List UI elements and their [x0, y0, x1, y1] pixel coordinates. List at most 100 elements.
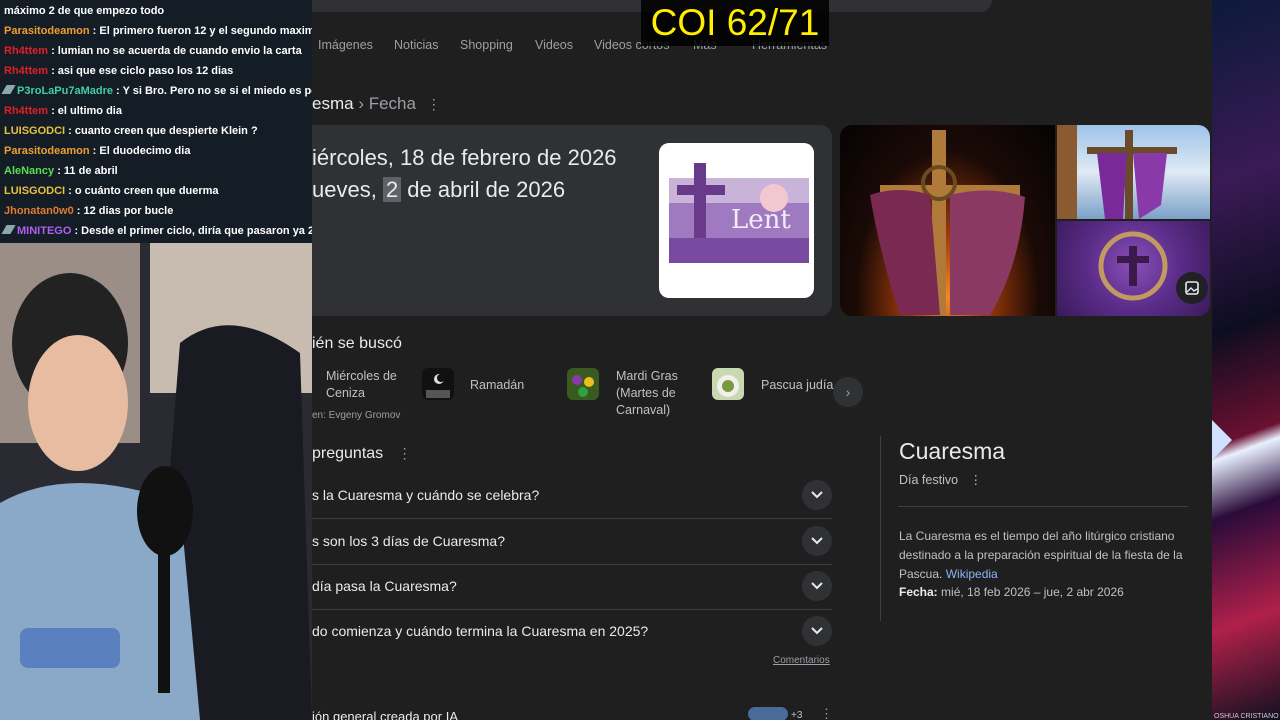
question-text: s son los 3 días de Cuaresma? — [312, 533, 505, 549]
chat-overlay: máximo 2 de que empezo todo Parasitodeamo… — [0, 0, 312, 243]
chat-text: 11 de abril — [63, 165, 118, 177]
plate-icon — [717, 375, 739, 397]
chat-message: MINITEGO : Desde el primer ciclo, diría … — [1, 225, 312, 237]
chat-message: Parasitodeamon : El duodecimo dia — [4, 145, 190, 157]
chat-separator: : — [112, 85, 123, 97]
image-credit: en: Evgeny Gromov — [312, 410, 401, 421]
chat-username[interactable]: LUISGODCI — [4, 125, 65, 137]
lent-image[interactable]: Lent — [659, 143, 814, 298]
chat-text: el ultimo dia — [57, 105, 122, 117]
breadcrumb-prefix[interactable]: esma — [312, 94, 354, 113]
chat-message: Rh4ttem : asi que ese ciclo paso los 12 … — [4, 65, 233, 77]
chat-separator: : — [65, 125, 75, 137]
right-decorative-art: OSHUA CRISTIANO — [1212, 0, 1280, 720]
breadcrumb: esma › Fecha ⋮ — [312, 94, 441, 114]
chat-separator: : — [89, 145, 100, 157]
chat-username[interactable]: P3roLaPu7aMadre — [17, 85, 113, 97]
question-text: s la Cuaresma y cuándo se celebra? — [312, 487, 540, 503]
chat-message: P3roLaPu7aMadre : Y si Bro. Pero no se s… — [1, 85, 312, 97]
date-value: mié, 18 feb 2026 – jue, 2 abr 2026 — [941, 585, 1124, 599]
chevron-down-icon[interactable] — [802, 571, 832, 601]
tab-videos[interactable]: Videos — [535, 38, 573, 52]
coi-counter: COI 62/71 — [641, 0, 829, 46]
chat-message: LUISGODCI : cuanto creen que despierte K… — [4, 125, 258, 137]
tab-noticias[interactable]: Noticias — [394, 38, 438, 52]
chat-text: o cuánto creen que duerma — [74, 185, 219, 197]
chat-text: Y si Bro. Pero no se si el miedo es por — [122, 85, 312, 97]
knowledge-subtitle: Día festivo ⋮ — [899, 472, 982, 487]
question-row[interactable]: s son los 3 días de Cuaresma? — [312, 519, 832, 565]
chat-username[interactable]: LUISGODCI — [4, 185, 65, 197]
also-item-ceniza[interactable]: Miércoles de Ceniza — [326, 368, 406, 402]
ai-overview-title: ión general creada por IA — [312, 709, 458, 720]
also-item-mardi-gras[interactable]: Mardi Gras (Martes de Carnaval) — [616, 368, 696, 419]
question-text: día pasa la Cuaresma? — [312, 578, 457, 594]
cross-photo-main[interactable] — [840, 125, 1055, 316]
chat-username[interactable]: Parasitodeamon — [4, 25, 90, 37]
tab-shopping[interactable]: Shopping — [460, 38, 513, 52]
question-row[interactable]: do comienza y cuándo termina la Cuaresma… — [312, 609, 832, 654]
chat-message: AleNancy : 11 de abril — [4, 165, 118, 177]
knowledge-title: Cuaresma — [899, 438, 1006, 464]
also-item-ramadan[interactable]: Ramadán — [470, 377, 524, 394]
ramadan-thumb[interactable] — [422, 368, 454, 400]
more-options-icon[interactable]: ⋮ — [820, 706, 833, 720]
question-row[interactable]: día pasa la Cuaresma? — [312, 564, 832, 610]
chat-text: asi que ese ciclo paso los 12 dias — [57, 65, 234, 77]
carousel-next-button[interactable]: › — [833, 377, 863, 407]
question-text: do comienza y cuándo termina la Cuaresma… — [312, 623, 649, 639]
breadcrumb-current[interactable]: Fecha — [369, 94, 416, 113]
chat-text: Desde el primer ciclo, diría que pasaron… — [81, 225, 312, 237]
chat-username[interactable]: Rh4ttem — [4, 45, 48, 57]
comments-link[interactable]: Comentarios — [773, 655, 830, 666]
also-item-pascua[interactable]: Pascua judía — [761, 377, 833, 394]
tab-imágenes[interactable]: Imágenes — [318, 38, 373, 52]
chat-badge-icon — [1, 225, 16, 234]
art-shape — [1212, 420, 1232, 460]
chat-separator: : — [54, 165, 64, 177]
ai-sources-avatars[interactable] — [748, 707, 788, 720]
more-options-icon[interactable]: ⋮ — [398, 445, 412, 461]
date-label: Fecha: — [899, 585, 938, 599]
chat-username[interactable]: Rh4ttem — [4, 65, 48, 77]
more-options-icon[interactable]: ⋮ — [970, 473, 983, 487]
chat-username[interactable]: AleNancy — [4, 165, 54, 177]
breadcrumb-separator: › — [358, 94, 364, 113]
chat-text: máximo 2 de que empezo todo — [4, 5, 165, 17]
chat-message: Rh4ttem : lumian no se acuerda de cuando… — [4, 45, 302, 57]
image-search-button[interactable] — [1176, 272, 1208, 304]
chevron-down-icon[interactable] — [802, 526, 832, 556]
streamer-illustration — [0, 243, 312, 720]
chat-text: El primero fueron 12 y el segundo maximo — [99, 25, 312, 37]
cross-drape-illustration — [870, 130, 1025, 316]
chat-username[interactable]: Jhonatan0w0 — [4, 205, 74, 217]
webcam-feed — [0, 243, 312, 720]
cross-photo-sky[interactable] — [1057, 125, 1210, 219]
ai-sources-count: +3 — [791, 710, 803, 720]
chat-username[interactable]: Parasitodeamon — [4, 145, 90, 157]
more-options-icon[interactable]: ⋮ — [427, 96, 441, 112]
knowledge-date-row: Fecha: mié, 18 feb 2026 – jue, 2 abr 202… — [899, 585, 1124, 599]
search-results-page: Imágenes Noticias Shopping Videos Videos cor… — [312, 0, 1212, 720]
chevron-down-icon[interactable] — [802, 480, 832, 510]
chat-message: Parasitodeamon : El primero fueron 12 y … — [4, 25, 312, 37]
chat-username[interactable]: Rh4ttem — [4, 105, 48, 117]
chat-message: Jhonatan0w0 : 12 dias por bucle — [4, 205, 173, 217]
mask-icon — [572, 375, 594, 397]
chat-text: lumian no se acuerda de cuando envio la … — [57, 45, 302, 57]
chat-separator: : — [89, 25, 100, 37]
mardi-gras-thumb[interactable] — [567, 368, 599, 400]
questions-title: preguntas ⋮ — [312, 445, 412, 463]
wikipedia-link[interactable]: Wikipedia — [946, 567, 998, 581]
chevron-down-icon[interactable] — [802, 616, 832, 646]
chevron-right-icon: › — [845, 384, 851, 400]
chat-text: cuanto creen que despierte Klein ? — [74, 125, 258, 137]
chat-separator: : — [48, 105, 58, 117]
chat-text: El duodecimo dia — [99, 145, 191, 157]
result-start-date: iércoles, 18 de febrero de 2026 — [312, 145, 617, 170]
highlighted-day: 2 — [382, 177, 402, 202]
question-row[interactable]: s la Cuaresma y cuándo se celebra? — [312, 473, 832, 519]
passover-thumb[interactable] — [712, 368, 744, 400]
chat-text: 12 dias por bucle — [83, 205, 174, 217]
chat-username[interactable]: MINITEGO — [17, 225, 71, 237]
